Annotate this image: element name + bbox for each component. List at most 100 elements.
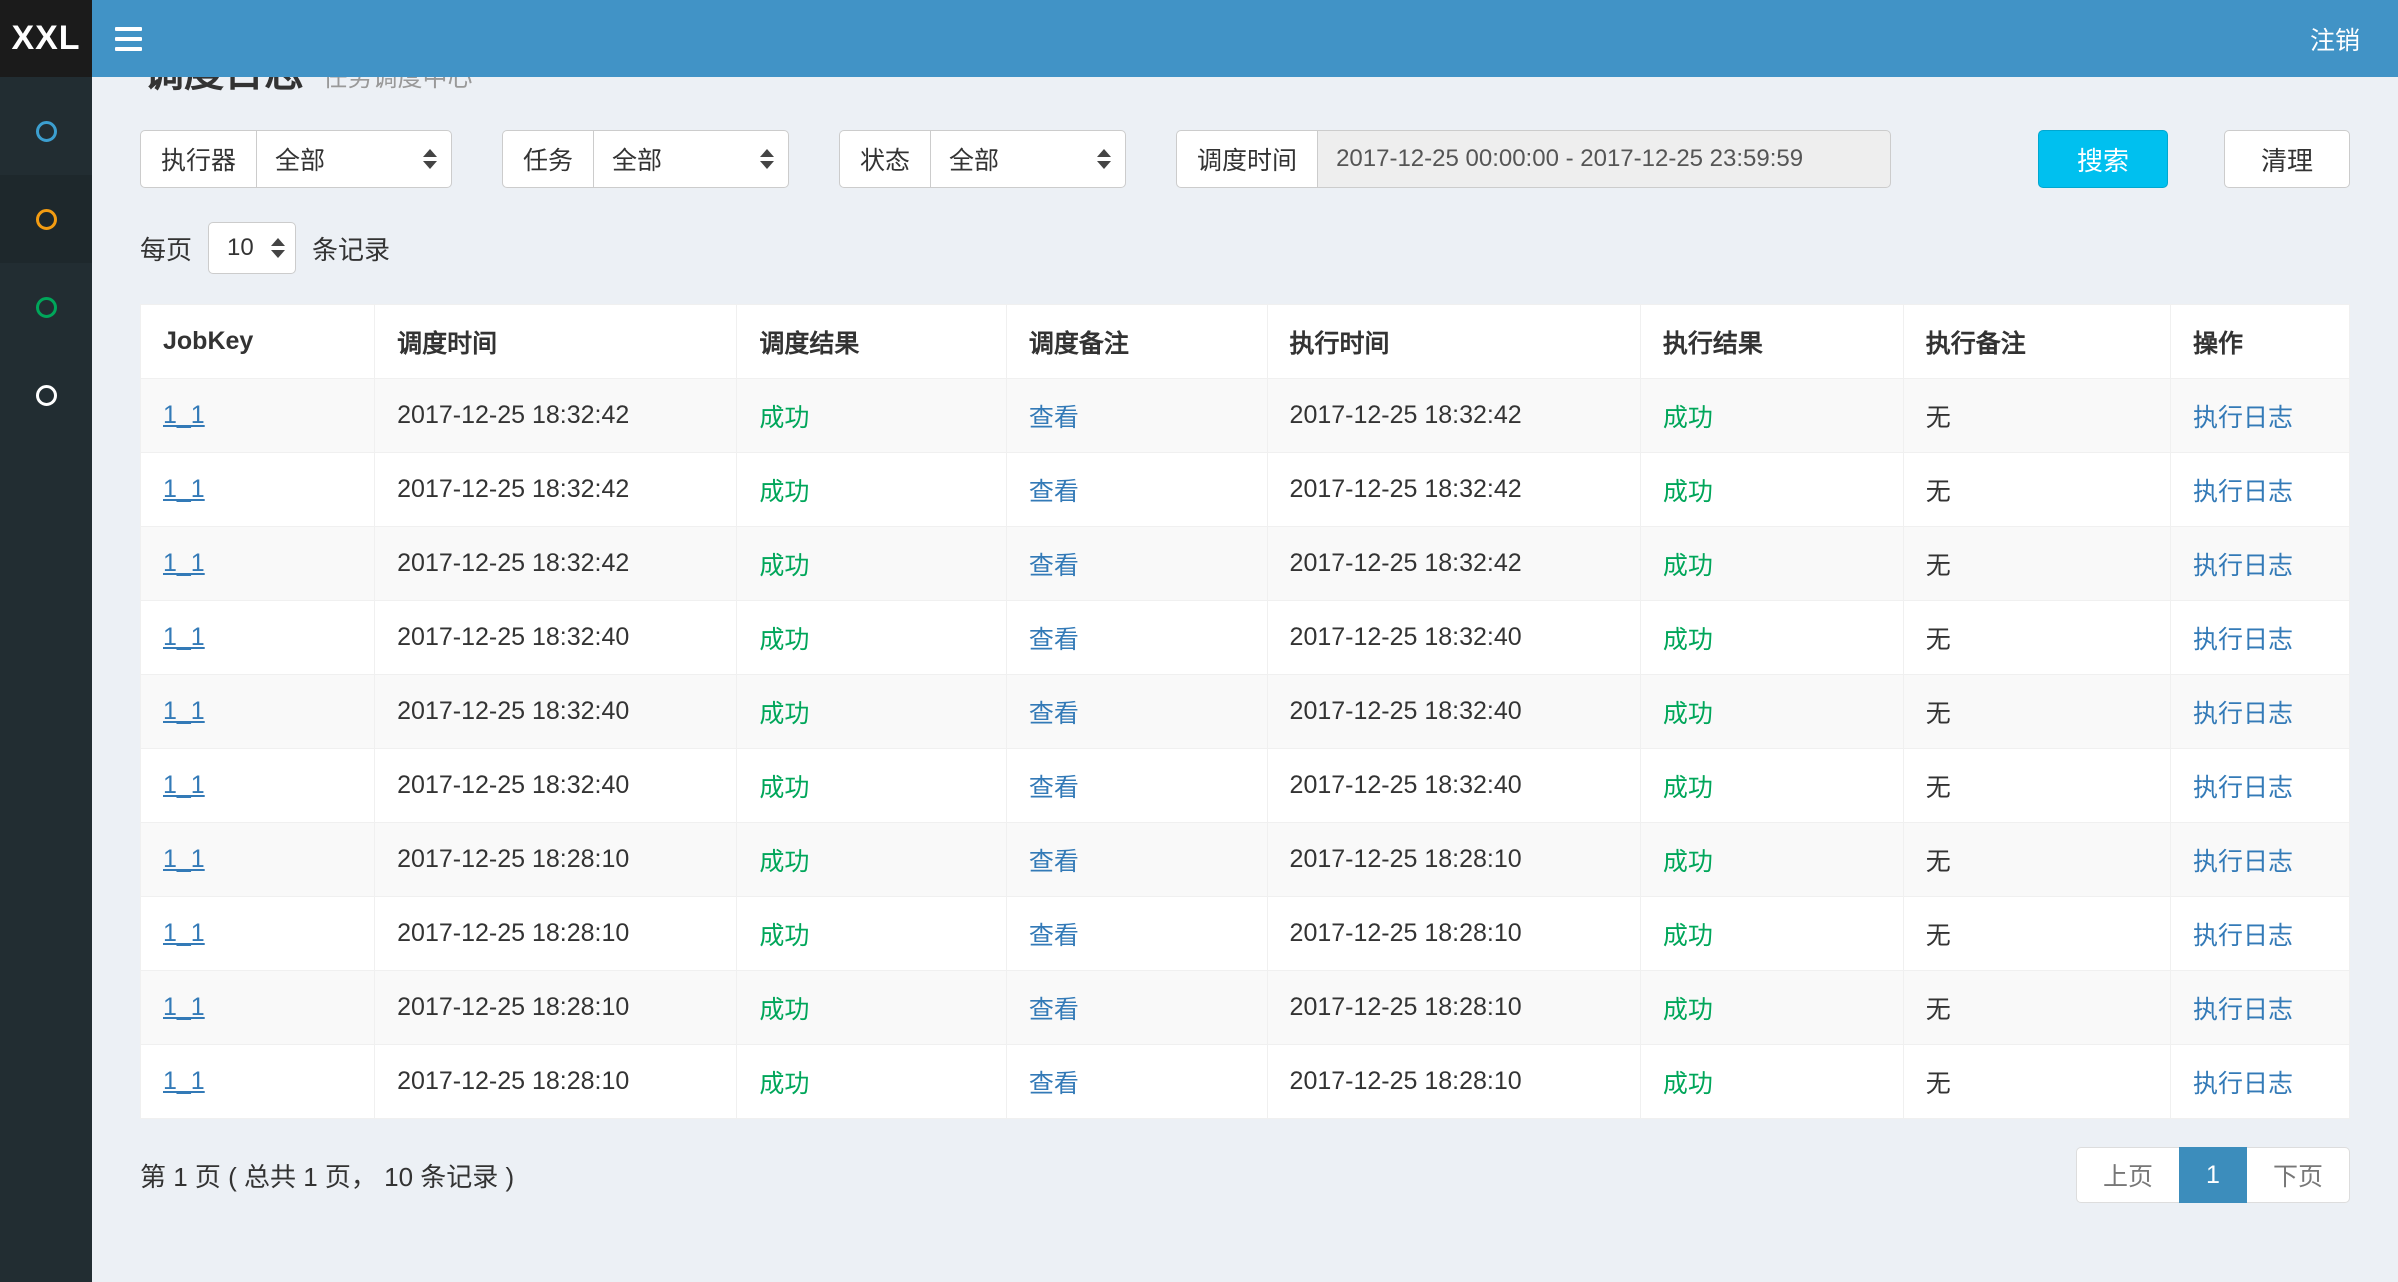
page-size-suffix-label: 条记录 — [312, 230, 390, 267]
jobkey-link[interactable]: 1_1 — [163, 919, 205, 947]
exec-time-cell: 2017-12-25 18:32:40 — [1267, 601, 1640, 675]
app-logo[interactable]: XXL — [0, 0, 92, 77]
job-filter-value: 全部 — [612, 141, 662, 177]
exec-result-cell: 成功 — [1640, 379, 1903, 453]
exec-remark-cell: 无 — [1903, 971, 2170, 1045]
exec-log-link[interactable]: 执行日志 — [2193, 404, 2293, 432]
sched-result-cell: 成功 — [737, 897, 1006, 971]
jobkey-link[interactable]: 1_1 — [163, 623, 205, 651]
sched-remark-link[interactable]: 查看 — [1029, 700, 1079, 728]
sched-remark-link[interactable]: 查看 — [1029, 848, 1079, 876]
sched-remark-link[interactable]: 查看 — [1029, 996, 1079, 1024]
sched-remark-link[interactable]: 查看 — [1029, 922, 1079, 950]
sched-remark-link[interactable]: 查看 — [1029, 552, 1079, 580]
job-filter-select[interactable]: 全部 — [593, 130, 789, 188]
sched-time-cell: 2017-12-25 18:28:10 — [375, 823, 737, 897]
search-button[interactable]: 搜索 — [2038, 130, 2168, 188]
log-table-body: 1_1 2017-12-25 18:32:42 成功 查看 2017-12-25… — [141, 379, 2350, 1119]
sched-time-cell: 2017-12-25 18:32:42 — [375, 453, 737, 527]
sched-result-cell: 成功 — [737, 823, 1006, 897]
jobkey-link[interactable]: 1_1 — [163, 771, 205, 799]
exec-log-link[interactable]: 执行日志 — [2193, 922, 2293, 950]
jobkey-link[interactable]: 1_1 — [163, 993, 205, 1021]
status-filter-label: 状态 — [839, 130, 930, 188]
status-filter-select[interactable]: 全部 — [930, 130, 1126, 188]
table-header-row: JobKey 调度时间 调度结果 调度备注 执行时间 执行结果 执行备注 操作 — [141, 305, 2350, 379]
sched-result-cell: 成功 — [737, 453, 1006, 527]
sched-time-cell: 2017-12-25 18:28:10 — [375, 1045, 737, 1119]
sidebar-item-4[interactable] — [0, 351, 92, 439]
table-row: 1_1 2017-12-25 18:32:40 成功 查看 2017-12-25… — [141, 675, 2350, 749]
col-header-sched-result: 调度结果 — [737, 305, 1006, 379]
jobkey-link[interactable]: 1_1 — [163, 845, 205, 873]
job-filter-label: 任务 — [502, 130, 593, 188]
exec-time-cell: 2017-12-25 18:28:10 — [1267, 897, 1640, 971]
page-size-control: 每页 10 条记录 — [140, 222, 2350, 274]
executor-filter: 执行器 全部 — [140, 130, 452, 188]
jobkey-link[interactable]: 1_1 — [163, 697, 205, 725]
col-header-action: 操作 — [2171, 305, 2350, 379]
sched-remark-link[interactable]: 查看 — [1029, 774, 1079, 802]
table-row: 1_1 2017-12-25 18:28:10 成功 查看 2017-12-25… — [141, 897, 2350, 971]
sched-remark-link[interactable]: 查看 — [1029, 404, 1079, 432]
current-page-button[interactable]: 1 — [2179, 1147, 2247, 1203]
executor-filter-label: 执行器 — [140, 130, 256, 188]
sched-remark-link[interactable]: 查看 — [1029, 1070, 1079, 1098]
jobkey-link[interactable]: 1_1 — [163, 549, 205, 577]
page-size-select[interactable]: 10 — [208, 222, 296, 274]
executor-filter-select[interactable]: 全部 — [256, 130, 452, 188]
exec-log-link[interactable]: 执行日志 — [2193, 478, 2293, 506]
table-row: 1_1 2017-12-25 18:28:10 成功 查看 2017-12-25… — [141, 971, 2350, 1045]
exec-remark-cell: 无 — [1903, 675, 2170, 749]
next-page-button[interactable]: 下页 — [2246, 1147, 2350, 1203]
executor-filter-value: 全部 — [275, 141, 325, 177]
table-row: 1_1 2017-12-25 18:28:10 成功 查看 2017-12-25… — [141, 823, 2350, 897]
exec-result-cell: 成功 — [1640, 1045, 1903, 1119]
exec-log-link[interactable]: 执行日志 — [2193, 700, 2293, 728]
exec-log-link[interactable]: 执行日志 — [2193, 774, 2293, 802]
logout-link[interactable]: 注销 — [2310, 21, 2360, 57]
sidebar-item-2[interactable] — [0, 175, 92, 263]
table-row: 1_1 2017-12-25 18:32:42 成功 查看 2017-12-25… — [141, 527, 2350, 601]
exec-time-cell: 2017-12-25 18:28:10 — [1267, 823, 1640, 897]
sched-result-cell: 成功 — [737, 527, 1006, 601]
sidebar-toggle-button[interactable] — [92, 0, 164, 77]
prev-page-button[interactable]: 上页 — [2076, 1147, 2180, 1203]
table-row: 1_1 2017-12-25 18:32:40 成功 查看 2017-12-25… — [141, 749, 2350, 823]
pagination-info: 第 1 页 ( 总共 1 页， 10 条记录 ) — [140, 1157, 514, 1194]
exec-time-cell: 2017-12-25 18:32:42 — [1267, 379, 1640, 453]
sched-remark-link[interactable]: 查看 — [1029, 626, 1079, 654]
time-filter: 调度时间 2017-12-25 00:00:00 - 2017-12-25 23… — [1176, 130, 1891, 188]
exec-log-link[interactable]: 执行日志 — [2193, 552, 2293, 580]
circle-icon — [36, 297, 57, 318]
sidebar-item-1[interactable] — [0, 87, 92, 175]
table-row: 1_1 2017-12-25 18:32:40 成功 查看 2017-12-25… — [141, 601, 2350, 675]
sched-time-cell: 2017-12-25 18:32:40 — [375, 601, 737, 675]
select-arrows-icon — [1097, 149, 1111, 169]
exec-remark-cell: 无 — [1903, 453, 2170, 527]
exec-remark-cell: 无 — [1903, 379, 2170, 453]
exec-result-cell: 成功 — [1640, 971, 1903, 1045]
filter-toolbar: 执行器 全部 任务 全部 状态 全部 调度时间 2017-12-25 00:00… — [140, 130, 2350, 188]
time-range-input[interactable]: 2017-12-25 00:00:00 - 2017-12-25 23:59:5… — [1317, 130, 1891, 188]
exec-time-cell: 2017-12-25 18:32:40 — [1267, 675, 1640, 749]
sched-time-cell: 2017-12-25 18:32:42 — [375, 527, 737, 601]
sched-result-cell: 成功 — [737, 675, 1006, 749]
exec-log-link[interactable]: 执行日志 — [2193, 996, 2293, 1024]
sched-remark-link[interactable]: 查看 — [1029, 478, 1079, 506]
clear-button[interactable]: 清理 — [2224, 130, 2350, 188]
exec-log-link[interactable]: 执行日志 — [2193, 1070, 2293, 1098]
sched-time-cell: 2017-12-25 18:28:10 — [375, 897, 737, 971]
jobkey-link[interactable]: 1_1 — [163, 401, 205, 429]
exec-remark-cell: 无 — [1903, 823, 2170, 897]
app-logo-text: XXL — [11, 19, 80, 58]
exec-log-link[interactable]: 执行日志 — [2193, 626, 2293, 654]
jobkey-link[interactable]: 1_1 — [163, 475, 205, 503]
exec-log-link[interactable]: 执行日志 — [2193, 848, 2293, 876]
sidebar-item-3[interactable] — [0, 263, 92, 351]
col-header-sched-remark: 调度备注 — [1006, 305, 1267, 379]
exec-remark-cell: 无 — [1903, 749, 2170, 823]
jobkey-link[interactable]: 1_1 — [163, 1067, 205, 1095]
exec-time-cell: 2017-12-25 18:28:10 — [1267, 1045, 1640, 1119]
sched-result-cell: 成功 — [737, 379, 1006, 453]
